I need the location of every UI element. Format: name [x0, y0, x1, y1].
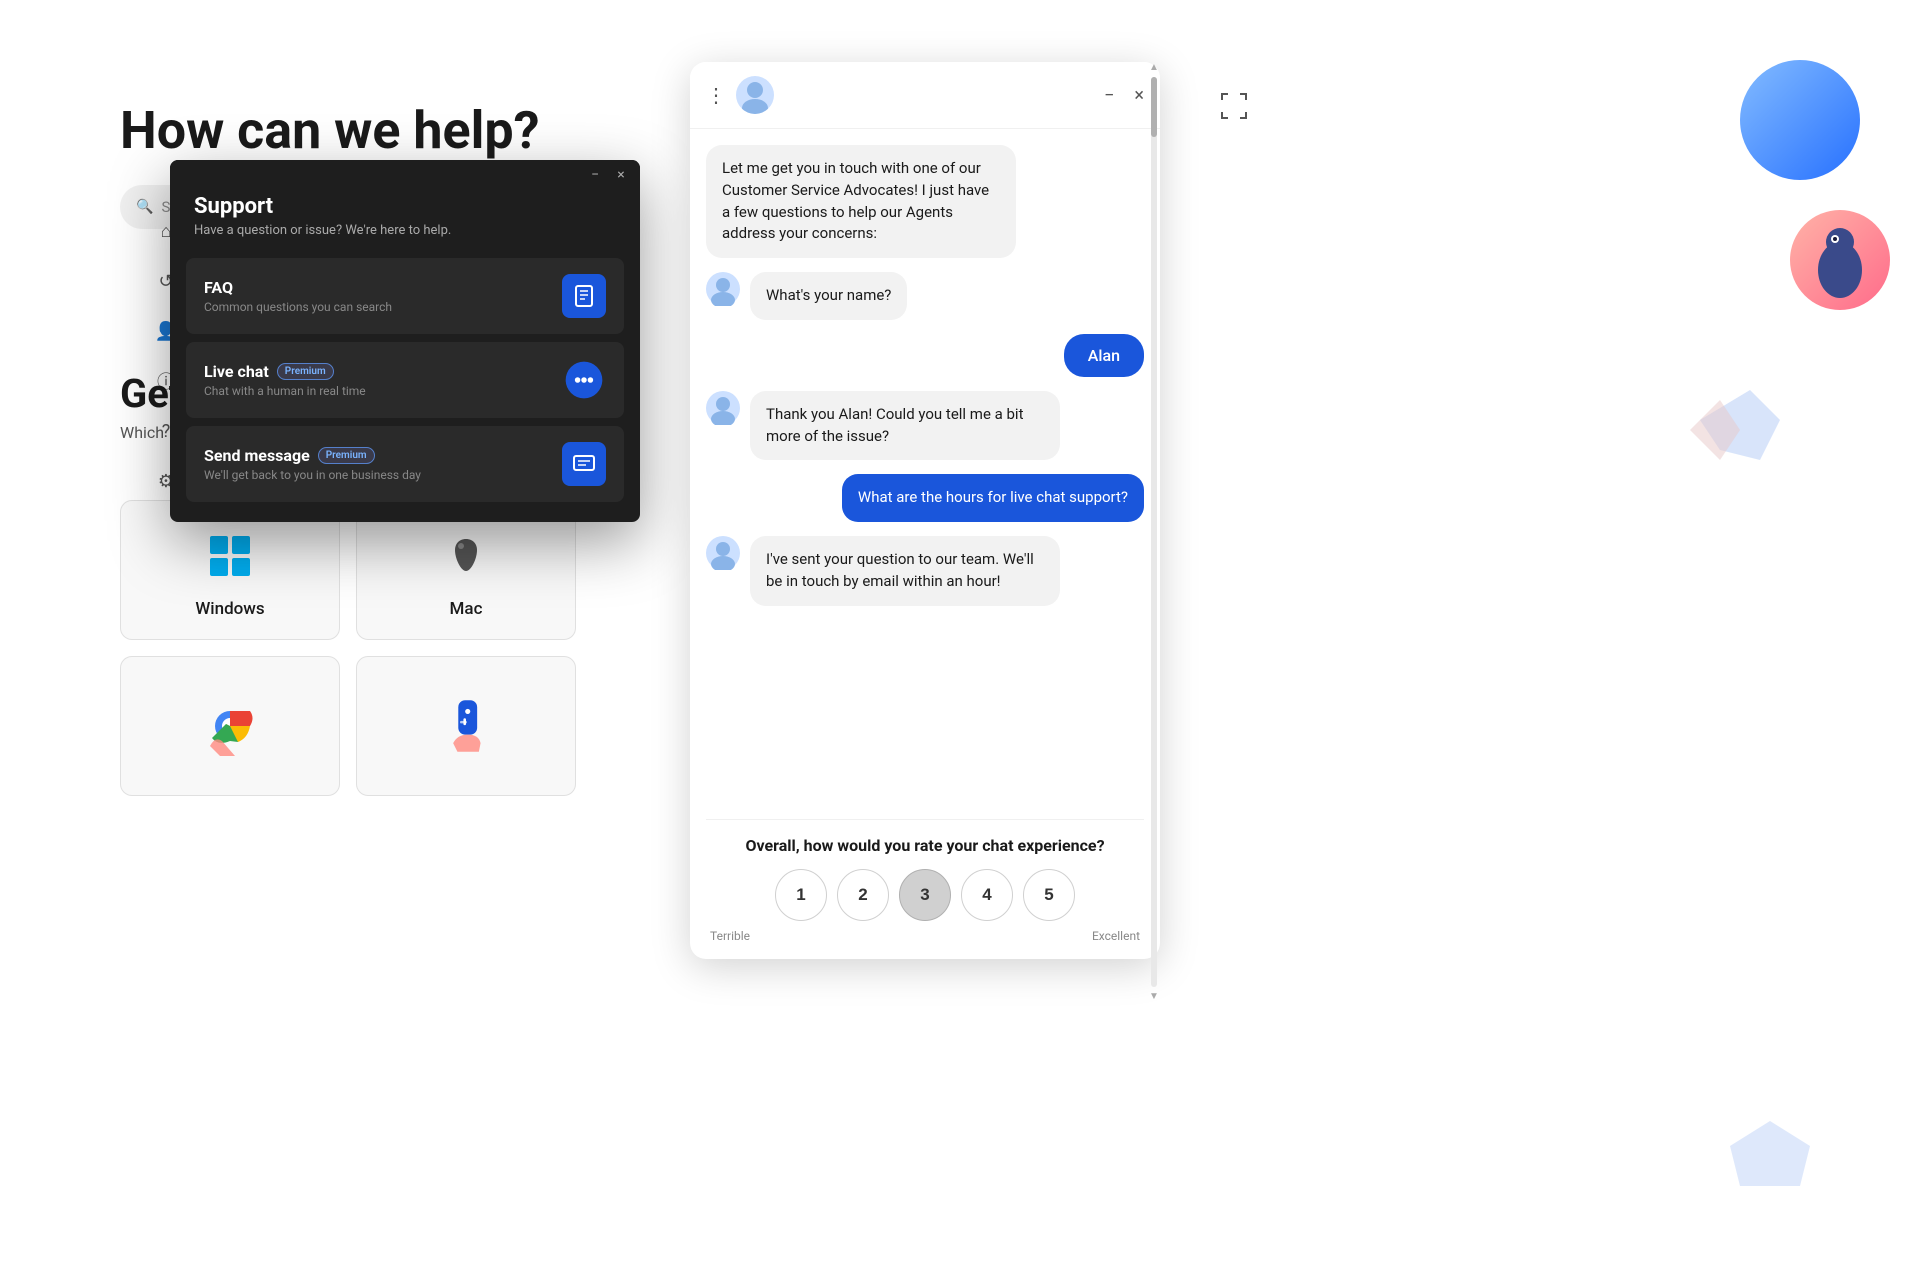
modal-body: FAQ Common questions you can search Live… — [170, 258, 640, 522]
message-1-bubble: Let me get you in touch with one of our … — [706, 145, 1016, 258]
chrome-card[interactable] — [120, 656, 340, 796]
send-message-title: Send message Premium — [204, 446, 421, 465]
faq-title: FAQ — [204, 278, 392, 297]
send-message-desc: We'll get back to you in one business da… — [204, 468, 421, 482]
message-1: Let me get you in touch with one of our … — [706, 145, 1144, 258]
rating-label-left: Terrible — [710, 929, 750, 943]
chat-window: ⋮ − × Let me get you in touch with one o… — [690, 62, 1160, 959]
rating-btn-2[interactable]: 2 — [837, 869, 889, 921]
chat-titlebar-left: ⋮ — [706, 76, 774, 114]
chat-titlebar: ⋮ − × — [690, 62, 1160, 129]
deco-abstract-right — [1670, 380, 1790, 484]
download-cards: Windows Mac — [120, 500, 576, 796]
message-3-bubble: Alan — [1064, 334, 1144, 377]
live-chat-item[interactable]: Live chat Premium Chat with a human in r… — [186, 342, 624, 418]
rating-btn-5[interactable]: 5 — [1023, 869, 1075, 921]
scroll-down-icon[interactable]: ▼ — [1149, 991, 1159, 1002]
rating-btn-4[interactable]: 4 — [961, 869, 1013, 921]
scrollbar-track[interactable] — [1151, 77, 1157, 987]
chat-menu-icon[interactable]: ⋮ — [706, 83, 726, 107]
remote-icon — [431, 691, 501, 761]
chat-agent-avatar — [736, 76, 774, 114]
message-5-bubble: What are the hours for live chat support… — [842, 474, 1144, 522]
modal-titlebar: − × — [170, 160, 640, 190]
message-4-avatar — [706, 391, 740, 425]
deco-circle-blue — [1740, 60, 1860, 180]
live-chat-content: Live chat Premium Chat with a human in r… — [204, 362, 366, 398]
rating-label-right: Excellent — [1092, 929, 1140, 943]
rating-btn-1[interactable]: 1 — [775, 869, 827, 921]
faq-item-content: FAQ Common questions you can search — [204, 278, 392, 314]
windows-label: Windows — [195, 599, 264, 619]
rating-title: Overall, how would you rate your chat ex… — [706, 836, 1144, 855]
faq-icon — [562, 274, 606, 318]
scrollbar-thumb[interactable] — [1151, 77, 1157, 137]
modal-title: Support — [194, 194, 616, 219]
mac-label: Mac — [450, 599, 483, 619]
rating-btn-3[interactable]: 3 — [899, 869, 951, 921]
live-chat-title: Live chat Premium — [204, 362, 366, 381]
modal-header: Support Have a question or issue? We're … — [170, 190, 640, 258]
message-6-avatar — [706, 536, 740, 570]
page-title: How can we help? — [120, 100, 539, 161]
send-message-premium-badge: Premium — [318, 447, 375, 464]
chat-close-button[interactable]: × — [1134, 85, 1144, 106]
deco-circle-pink — [1790, 210, 1890, 310]
rating-section: Overall, how would you rate your chat ex… — [706, 819, 1144, 943]
send-message-icon — [562, 442, 606, 486]
rating-stars: 1 2 3 4 5 — [706, 869, 1144, 921]
message-6: I've sent your question to our team. We'… — [706, 536, 1144, 606]
support-modal: − × Support Have a question or issue? We… — [170, 160, 640, 522]
deco-abstract-bottom — [1720, 1116, 1820, 1200]
windows-icon — [195, 521, 265, 591]
chat-titlebar-right: − × — [1104, 85, 1144, 106]
chat-minimize-button[interactable]: − — [1104, 85, 1114, 106]
remote-card[interactable] — [356, 656, 576, 796]
modal-close-button[interactable]: × — [614, 168, 628, 182]
message-2-avatar — [706, 272, 740, 306]
scan-icon[interactable] — [1218, 90, 1250, 126]
message-4: Thank you Alan! Could you tell me a bit … — [706, 391, 1144, 461]
send-message-content: Send message Premium We'll get back to y… — [204, 446, 421, 482]
rating-labels: Terrible Excellent — [706, 929, 1144, 943]
search-icon: 🔍 — [136, 199, 153, 215]
live-chat-desc: Chat with a human in real time — [204, 384, 366, 398]
mac-icon — [431, 521, 501, 591]
message-2-bubble: What's your name? — [750, 272, 907, 320]
chrome-icon — [195, 691, 265, 761]
message-5: What are the hours for live chat support… — [706, 474, 1144, 522]
modal-subtitle: Have a question or issue? We're here to … — [194, 223, 616, 238]
scroll-up-icon[interactable]: ▲ — [1149, 62, 1159, 73]
modal-minimize-button[interactable]: − — [588, 168, 602, 182]
faq-item[interactable]: FAQ Common questions you can search — [186, 258, 624, 334]
faq-desc: Common questions you can search — [204, 300, 392, 314]
message-2: What's your name? — [706, 272, 1144, 320]
message-4-bubble: Thank you Alan! Could you tell me a bit … — [750, 391, 1060, 461]
chat-messages: Let me get you in touch with one of our … — [690, 129, 1160, 809]
live-chat-icon — [562, 358, 606, 402]
message-6-bubble: I've sent your question to our team. We'… — [750, 536, 1060, 606]
live-chat-premium-badge: Premium — [277, 363, 334, 380]
message-3: Alan — [706, 334, 1144, 377]
send-message-item[interactable]: Send message Premium We'll get back to y… — [186, 426, 624, 502]
chat-scrollbar[interactable]: ▲ ▼ — [1150, 62, 1158, 1002]
